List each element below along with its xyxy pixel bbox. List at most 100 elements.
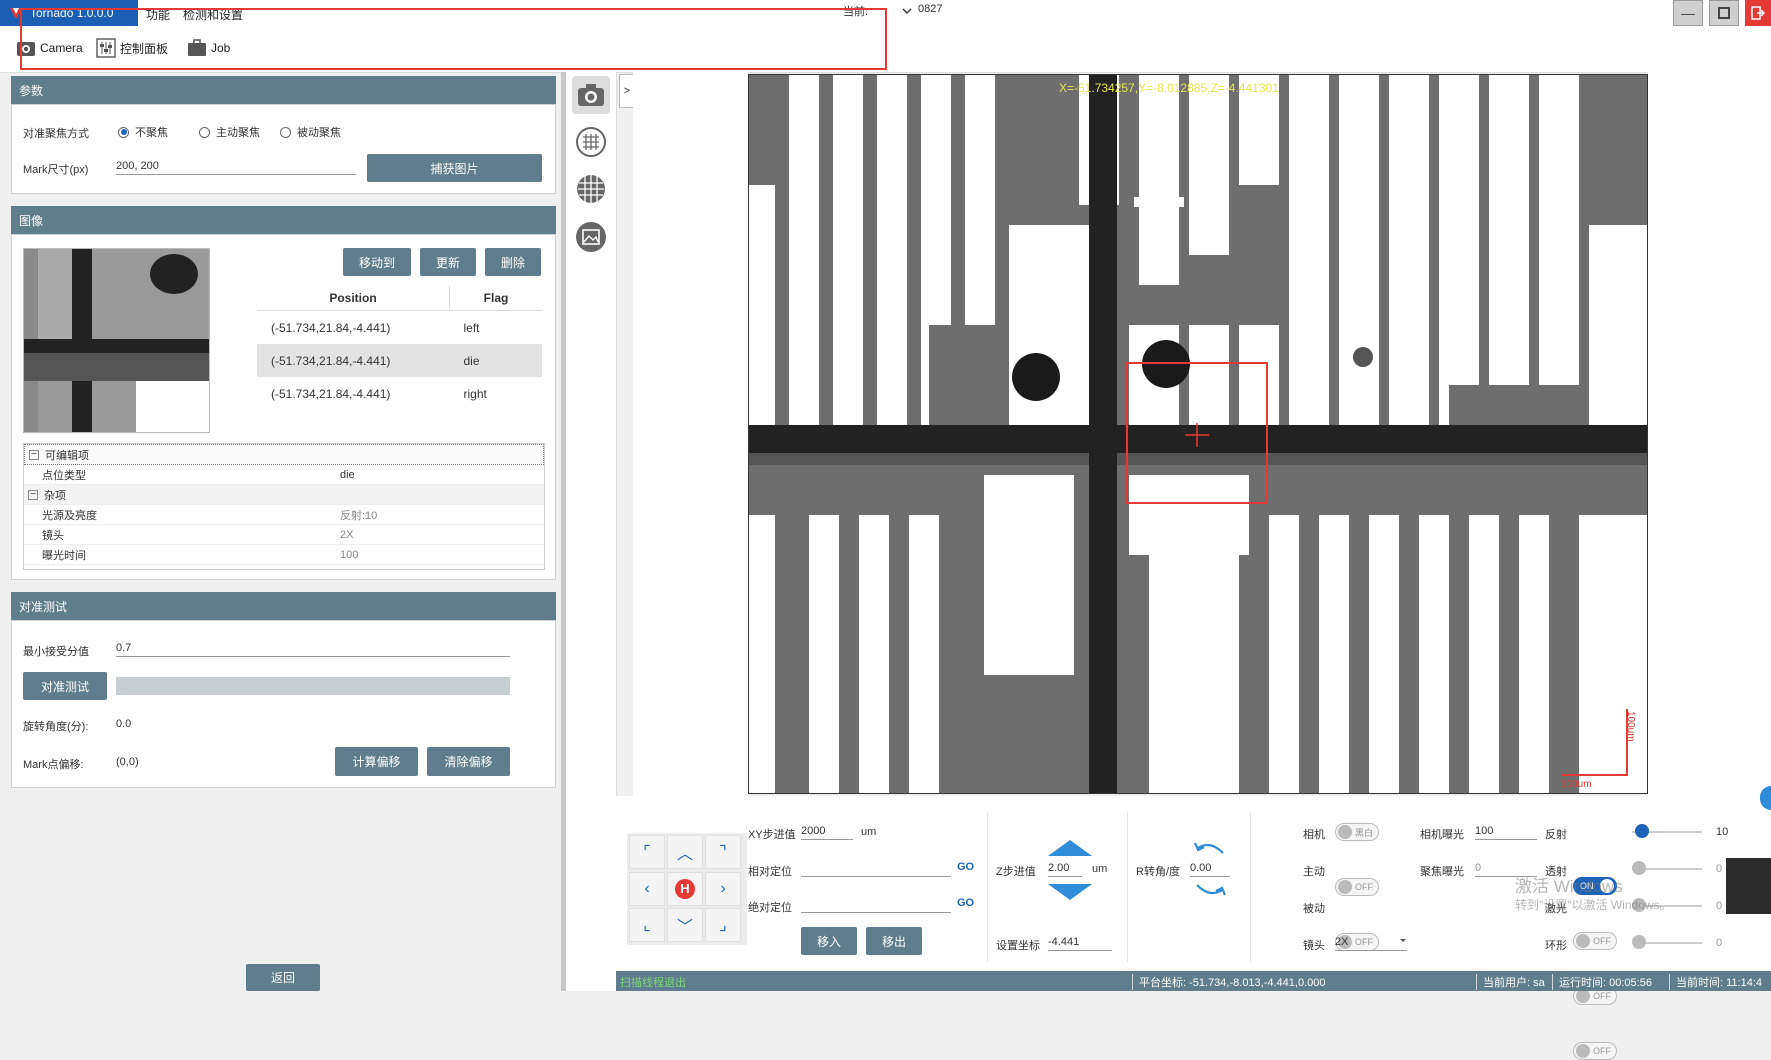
absolute-position-input[interactable]: [801, 898, 951, 913]
maximize-icon: [1718, 7, 1730, 19]
update-button[interactable]: 更新: [420, 248, 476, 276]
move-in-button[interactable]: 移入: [801, 927, 857, 955]
radio-active-focus[interactable]: 主动聚焦: [199, 124, 260, 140]
relative-position-input[interactable]: [801, 862, 951, 877]
corner-down-left-icon: ⌞: [643, 917, 651, 935]
table-row-selected[interactable]: (-51.734,21.84,-4.441) die: [257, 344, 542, 377]
corner-up-left-icon: ⌜: [643, 844, 651, 861]
mark-size-input[interactable]: 200, 200: [116, 160, 356, 175]
camera-exposure-input[interactable]: 100: [1475, 825, 1537, 840]
row-flag: right: [463, 386, 487, 401]
maximize-button[interactable]: [1709, 0, 1739, 26]
active-focus-toggle[interactable]: OFF: [1335, 878, 1379, 896]
z-unit: um: [1092, 863, 1108, 875]
calc-offset-button[interactable]: 计算偏移: [335, 747, 418, 776]
align-progress-bar: [116, 677, 510, 695]
chevron-right-icon: ›: [720, 879, 726, 897]
camera-icon: [578, 84, 604, 106]
move-right-button[interactable]: ›: [705, 871, 741, 906]
radio-passive-focus[interactable]: 被动聚焦: [280, 124, 341, 140]
min-score-input[interactable]: 0.7: [116, 642, 510, 657]
coordinate-readout: X=-51.734257,Y=-8.012885,Z=-4.441301: [1059, 81, 1279, 95]
highlight-box: [20, 8, 887, 70]
z-up-button[interactable]: [1048, 840, 1092, 856]
prop-light[interactable]: 光源及亮度 反射:10: [24, 505, 544, 525]
group-misc[interactable]: − 杂项: [24, 485, 544, 505]
relative-go-button[interactable]: GO: [957, 861, 974, 873]
rotation-label: 旋转角度(分):: [23, 721, 89, 733]
transmit-toggle[interactable]: OFF: [1573, 932, 1617, 950]
toggle-knob: [1576, 989, 1590, 1003]
move-up-left-button[interactable]: ⌜: [629, 835, 665, 869]
current-value: 0827: [918, 3, 943, 15]
minimize-button[interactable]: —: [1673, 0, 1703, 26]
delete-button[interactable]: 删除: [485, 248, 541, 276]
status-message: 扫描线程退出: [620, 977, 686, 989]
scale-label-vertical: 100um: [1625, 711, 1636, 742]
picture-frame-icon: [576, 222, 606, 252]
prop-point-type[interactable]: 点位类型 die: [24, 465, 544, 485]
home-icon: H: [675, 878, 695, 899]
snapshot-tool[interactable]: [572, 76, 610, 114]
reflect-slider-knob[interactable]: [1634, 824, 1649, 838]
viewer-margin-right: [1648, 72, 1771, 796]
exit-button[interactable]: [1745, 0, 1771, 26]
set-coord-input[interactable]: -4.441: [1048, 936, 1112, 951]
back-button[interactable]: 返回: [246, 964, 320, 991]
move-down-right-button[interactable]: ⌟: [705, 908, 741, 943]
align-test-button[interactable]: 对准测试: [23, 672, 107, 700]
prop-exposure[interactable]: 曝光时间 100: [24, 545, 544, 565]
stitch-tool[interactable]: [574, 125, 608, 159]
radio-no-focus[interactable]: 不聚焦: [118, 124, 168, 140]
absolute-go-button[interactable]: GO: [957, 897, 974, 909]
row-position: (-51.734,21.84,-4.441): [271, 386, 391, 401]
lens-select[interactable]: 2X: [1335, 936, 1407, 951]
position-table: Position Flag (-51.734,21.84,-4.441) lef…: [257, 286, 542, 410]
xy-step-input[interactable]: 2000: [801, 825, 853, 840]
z-step-input[interactable]: 2.00: [1048, 862, 1082, 877]
grid-tool[interactable]: [574, 172, 608, 206]
rotation-value: 0.0: [116, 718, 132, 730]
rotate-cw-icon[interactable]: [1193, 882, 1227, 900]
image-tool[interactable]: [574, 220, 608, 254]
camera-viewer[interactable]: X=-51.734257,Y=-8.012885,Z=-4.441301 100…: [748, 74, 1648, 794]
move-up-button[interactable]: ︿: [667, 835, 703, 869]
table-row[interactable]: (-51.734,21.84,-4.441) right: [257, 377, 542, 410]
exit-icon: [1751, 6, 1765, 20]
platform-coords: 平台坐标: -51.734,-8.013,-4.441,0.000: [1132, 974, 1326, 990]
home-button[interactable]: H: [667, 871, 703, 906]
camera-feed-image: [749, 75, 1647, 793]
move-down-left-button[interactable]: ⌞: [629, 908, 665, 943]
move-up-right-button[interactable]: ⌝: [705, 835, 741, 869]
group-editable[interactable]: − 可编辑项: [24, 444, 544, 465]
corner-down-right-icon: ⌟: [719, 917, 727, 935]
ring-slider-knob[interactable]: [1632, 935, 1646, 949]
rotate-ccw-icon[interactable]: [1193, 838, 1227, 856]
move-down-button[interactable]: ﹀: [667, 908, 703, 943]
move-to-button[interactable]: 移动到: [343, 248, 411, 276]
watermark-subtitle: 转到"设置"以激活 Windows。: [1515, 898, 1672, 912]
table-row[interactable]: (-51.734,21.84,-4.441) left: [257, 311, 542, 345]
toggle-knob: [1338, 880, 1352, 894]
move-left-button[interactable]: ‹: [629, 871, 665, 906]
lens-label: 镜头: [1303, 940, 1325, 952]
ring-value: 0: [1716, 937, 1723, 949]
collapse-icon: −: [28, 489, 38, 500]
r-rotation-input[interactable]: 0.00: [1190, 862, 1230, 877]
xy-unit: um: [861, 826, 877, 838]
ring-toggle[interactable]: OFF: [1573, 1042, 1617, 1060]
side-thumbnail: [1726, 858, 1771, 914]
laser-value: 0: [1716, 900, 1723, 912]
z-down-button[interactable]: [1048, 884, 1092, 900]
capture-image-button[interactable]: 捕获图片: [367, 154, 542, 182]
scale-label-horizontal: 100um: [1561, 779, 1592, 790]
z-step-label: Z步进值: [996, 866, 1036, 878]
relative-position-label: 相对定位: [748, 866, 792, 878]
transmit-slider-knob[interactable]: [1632, 861, 1646, 875]
camera-mode-toggle[interactable]: 黑白: [1335, 823, 1379, 841]
clear-offset-button[interactable]: 清除偏移: [427, 747, 510, 776]
prop-lens[interactable]: 镜头 2X: [24, 525, 544, 545]
current-time: 当前时间: 11:14:4: [1669, 974, 1762, 990]
mark-offset-value: (0,0): [116, 756, 139, 768]
move-out-button[interactable]: 移出: [866, 927, 922, 955]
